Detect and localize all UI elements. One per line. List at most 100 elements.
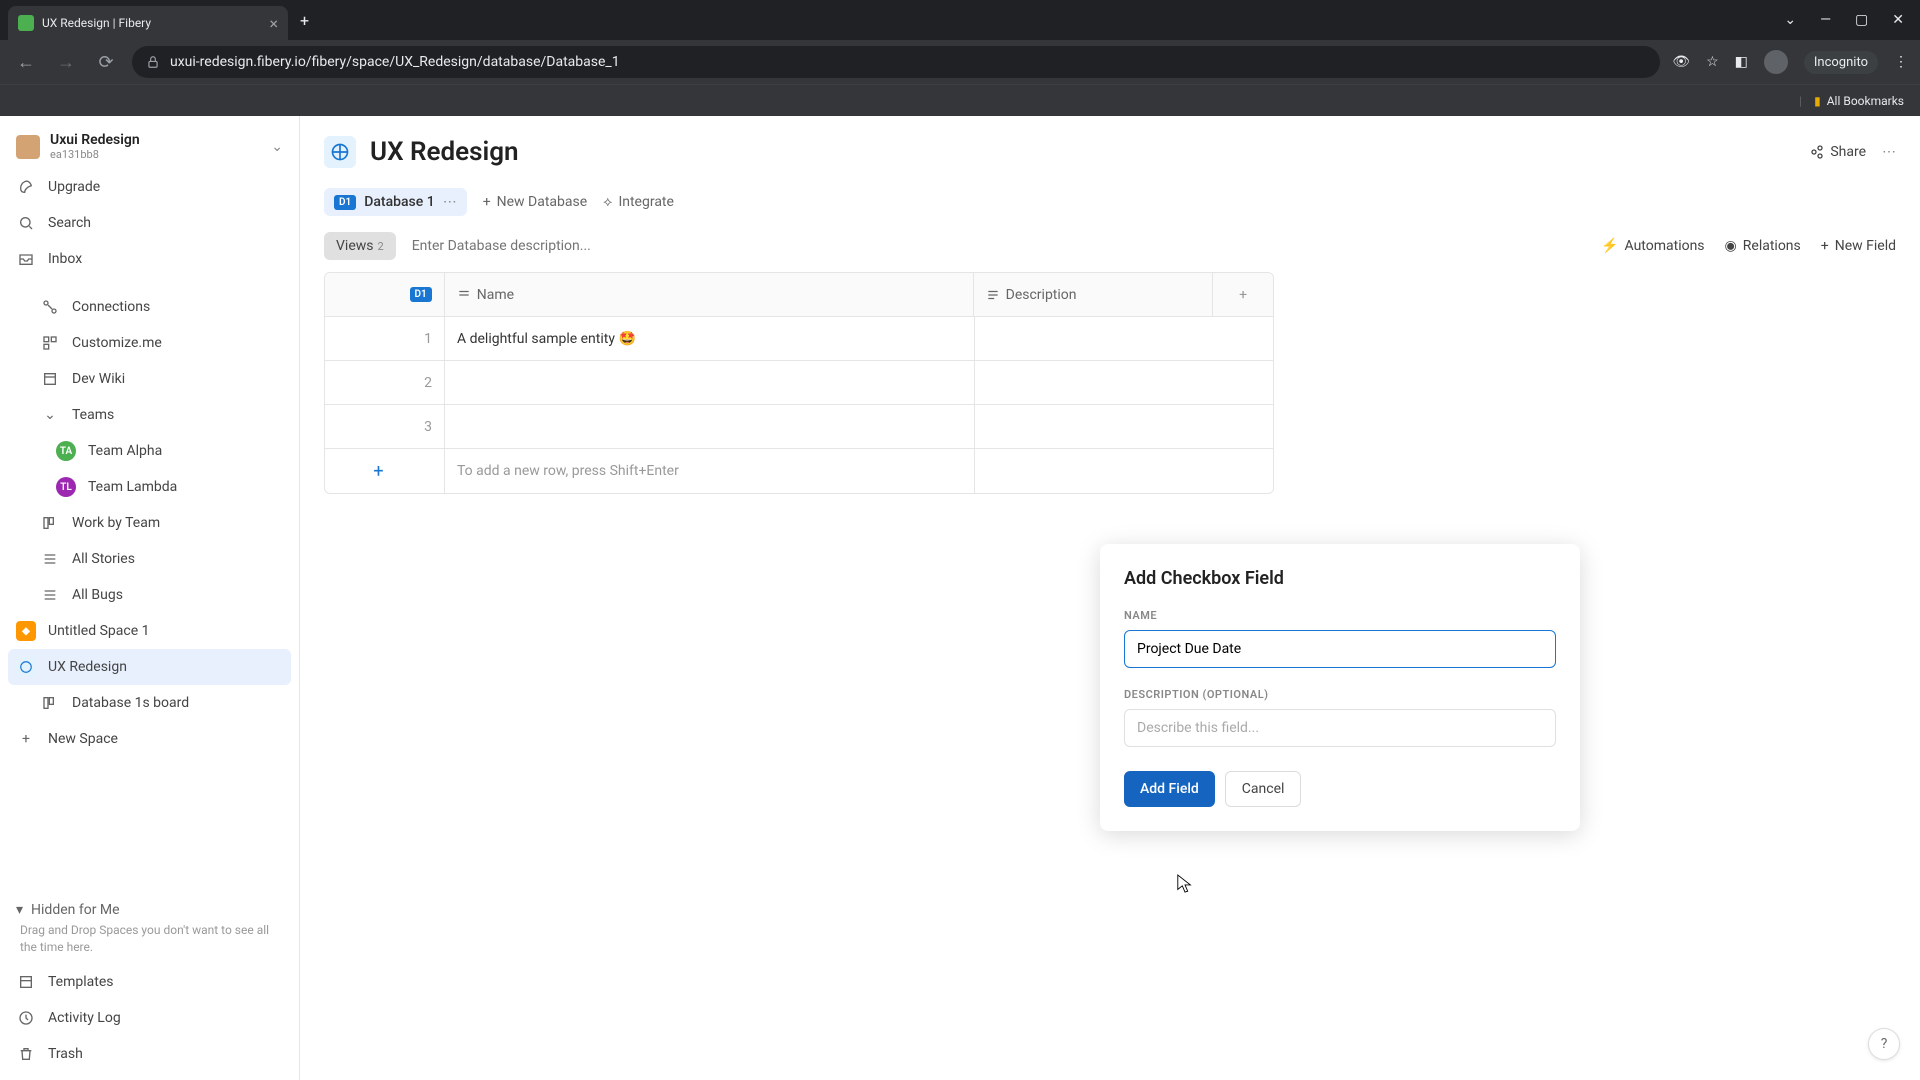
- cell-name[interactable]: A delightful sample entity 🤩: [445, 317, 975, 360]
- new-field-button[interactable]: + New Field: [1821, 238, 1896, 254]
- sidebar-item-search[interactable]: Search: [0, 205, 299, 241]
- new-tab-button[interactable]: +: [300, 11, 309, 30]
- text-icon: [986, 288, 1000, 302]
- page-icon[interactable]: [324, 136, 356, 168]
- sidebar-item-work-by-team[interactable]: Work by Team: [0, 505, 299, 541]
- cell-name[interactable]: [445, 361, 975, 404]
- main-content: UX Redesign Share ⋯ D1 Database 1 ⋯ + Ne…: [300, 116, 1920, 1080]
- cell-name[interactable]: [445, 405, 975, 448]
- url-bar[interactable]: uxui-redesign.fibery.io/fibery/space/UX_…: [132, 46, 1660, 78]
- help-button[interactable]: ?: [1868, 1028, 1900, 1060]
- browser-menu-icon[interactable]: ⋮: [1894, 54, 1908, 70]
- table-row[interactable]: 3: [325, 405, 1273, 449]
- workspace-name: Uxui Redesign: [50, 132, 261, 148]
- url-text: uxui-redesign.fibery.io/fibery/space/UX_…: [170, 54, 620, 70]
- field-description-input[interactable]: [1124, 709, 1556, 747]
- inbox-icon: [16, 249, 36, 269]
- plus-icon: +: [483, 194, 491, 210]
- table-row[interactable]: 2: [325, 361, 1273, 405]
- page-title: UX Redesign: [370, 137, 519, 167]
- back-button[interactable]: ←: [12, 52, 40, 73]
- plus-icon: +: [325, 449, 445, 493]
- column-header-description[interactable]: Description: [974, 273, 1214, 316]
- data-table: D1 Name Description + 1 A delightful sam…: [324, 272, 1274, 494]
- cancel-button[interactable]: Cancel: [1225, 771, 1302, 807]
- list-icon: [40, 585, 60, 605]
- eye-off-icon[interactable]: 👁: [1672, 54, 1690, 70]
- minimize-icon[interactable]: —: [1820, 12, 1831, 28]
- address-bar: ← → ⟳ uxui-redesign.fibery.io/fibery/spa…: [0, 40, 1920, 84]
- automations-button[interactable]: ⚡ Automations: [1601, 238, 1704, 254]
- row-number: 2: [325, 361, 445, 404]
- sidebar-item-team-alpha[interactable]: TA Team Alpha: [0, 433, 299, 469]
- sidebar-item-untitled-space[interactable]: ◆ Untitled Space 1: [0, 613, 299, 649]
- sidebar-item-connections[interactable]: Connections: [0, 289, 299, 325]
- sidebar-item-all-stories[interactable]: All Stories: [0, 541, 299, 577]
- star-icon[interactable]: ☆: [1706, 54, 1719, 70]
- sidebar-item-inbox[interactable]: Inbox: [0, 241, 299, 277]
- more-icon[interactable]: ⋯: [443, 194, 457, 210]
- add-field-button[interactable]: Add Field: [1124, 771, 1215, 807]
- chevron-down-icon[interactable]: ⌄: [271, 139, 283, 155]
- lock-icon: [146, 55, 160, 69]
- chevron-down-icon[interactable]: ⌄: [1784, 12, 1796, 28]
- sidebar-item-team-lambda[interactable]: TL Team Lambda: [0, 469, 299, 505]
- sidebar-item-activity-log[interactable]: Activity Log: [0, 1000, 299, 1036]
- extensions-icon[interactable]: ◧: [1735, 54, 1748, 70]
- tab-title: UX Redesign | Fibery: [42, 16, 261, 30]
- more-icon[interactable]: ⋯: [1882, 144, 1896, 160]
- incognito-avatar-icon[interactable]: [1764, 50, 1788, 74]
- sidebar-item-templates[interactable]: Templates: [0, 964, 299, 1000]
- name-label: Name: [1124, 609, 1556, 622]
- space-icon: [16, 657, 36, 677]
- views-button[interactable]: Views 2: [324, 232, 396, 260]
- new-database-button[interactable]: + New Database: [483, 194, 587, 210]
- browser-tab-bar: UX Redesign | Fibery × + ⌄ — ▢ ✕: [0, 0, 1920, 40]
- db-badge: D1: [334, 195, 356, 210]
- forward-button[interactable]: →: [52, 52, 80, 73]
- text-icon: [457, 288, 471, 302]
- share-button[interactable]: Share: [1808, 144, 1866, 160]
- add-column-button[interactable]: +: [1213, 273, 1273, 316]
- sidebar-item-all-bugs[interactable]: All Bugs: [0, 577, 299, 613]
- plus-icon: +: [1821, 238, 1829, 254]
- description-label: Description (optional): [1124, 688, 1556, 701]
- sidebar-item-db-board[interactable]: Database 1s board: [0, 685, 299, 721]
- sidebar-item-teams[interactable]: ⌄ Teams: [0, 397, 299, 433]
- close-window-icon[interactable]: ✕: [1892, 12, 1904, 28]
- trash-icon: [16, 1044, 36, 1064]
- maximize-icon[interactable]: ▢: [1855, 12, 1868, 28]
- bookmarks-bar: | ▮ All Bookmarks: [0, 84, 1920, 116]
- add-row-button[interactable]: + To add a new row, press Shift+Enter: [325, 449, 1273, 493]
- list-icon: [40, 549, 60, 569]
- column-header-name[interactable]: Name: [445, 273, 974, 316]
- database-description-input[interactable]: [412, 238, 1585, 254]
- field-name-input[interactable]: [1124, 630, 1556, 668]
- database-tab[interactable]: D1 Database 1 ⋯: [324, 188, 467, 216]
- share-icon: [1808, 144, 1824, 160]
- sidebar-item-trash[interactable]: Trash: [0, 1036, 299, 1072]
- clock-icon: [16, 1008, 36, 1028]
- hidden-for-me-toggle[interactable]: ▾ Hidden for Me: [16, 902, 283, 918]
- sidebar-item-ux-redesign[interactable]: UX Redesign: [8, 649, 291, 685]
- board-icon: [40, 513, 60, 533]
- relations-button[interactable]: ◉ Relations: [1725, 238, 1801, 254]
- all-bookmarks-button[interactable]: ▮ All Bookmarks: [1814, 94, 1904, 108]
- sidebar-item-new-space[interactable]: + New Space: [0, 721, 299, 757]
- sidebar-item-upgrade[interactable]: Upgrade: [0, 169, 299, 205]
- workspace-switcher[interactable]: Uxui Redesign ea131bb8 ⌄: [0, 124, 299, 169]
- team-avatar: TL: [56, 477, 76, 497]
- incognito-badge: Incognito: [1804, 51, 1878, 74]
- reload-button[interactable]: ⟳: [92, 52, 120, 73]
- book-icon: [40, 369, 60, 389]
- sidebar-item-customize[interactable]: Customize.me: [0, 325, 299, 361]
- board-icon: [40, 693, 60, 713]
- sidebar-item-devwiki[interactable]: Dev Wiki: [0, 361, 299, 397]
- close-icon[interactable]: ×: [269, 14, 278, 33]
- browser-tab[interactable]: UX Redesign | Fibery ×: [8, 6, 288, 40]
- integrate-button[interactable]: ⟡ Integrate: [603, 194, 674, 210]
- hidden-hint: Drag and Drop Spaces you don't want to s…: [16, 922, 283, 956]
- table-row[interactable]: 1 A delightful sample entity 🤩: [325, 317, 1273, 361]
- row-number: 3: [325, 405, 445, 448]
- grid-icon: [40, 333, 60, 353]
